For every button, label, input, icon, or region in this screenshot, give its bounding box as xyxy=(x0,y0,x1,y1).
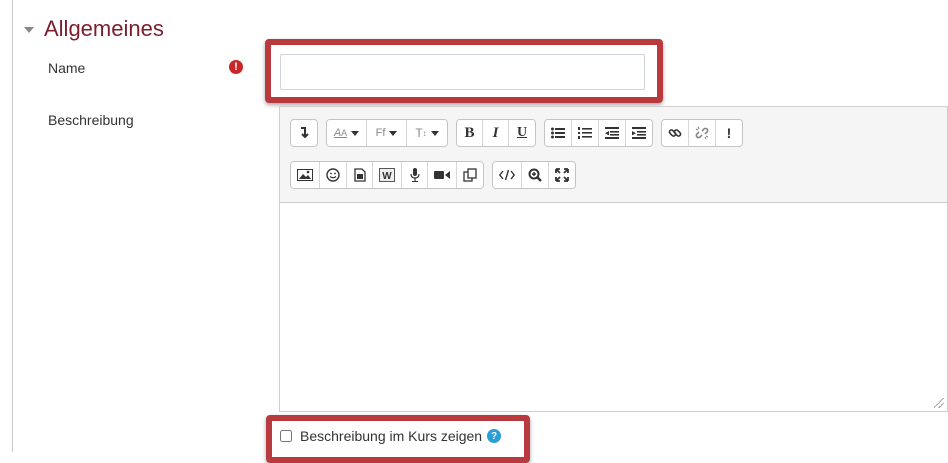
image-icon xyxy=(297,169,313,181)
show-description-row: Beschreibung im Kurs zeigen ? xyxy=(280,428,502,444)
name-input[interactable] xyxy=(280,54,645,90)
unlink-button[interactable] xyxy=(689,120,716,146)
description-label: Beschreibung xyxy=(48,112,134,128)
video-camera-icon xyxy=(434,171,450,179)
font-size-button[interactable]: T ↕ xyxy=(407,120,447,146)
screenreader-helper-button[interactable] xyxy=(522,162,549,188)
emoticon-button[interactable] xyxy=(320,162,347,188)
ordered-list-icon xyxy=(578,127,592,139)
files-icon xyxy=(463,168,477,182)
font-family-button[interactable]: Ff xyxy=(367,120,407,146)
toolbar-group-media: W xyxy=(290,161,484,189)
editor-content-area[interactable] xyxy=(280,202,947,411)
indent-icon xyxy=(632,127,646,139)
question-circle-icon[interactable]: ? xyxy=(487,429,502,443)
link-icon xyxy=(668,129,682,137)
underline-button[interactable]: U xyxy=(509,120,535,146)
toolbar-group-toggle xyxy=(290,119,318,147)
section-title: Allgemeines xyxy=(44,16,164,41)
indent-button[interactable] xyxy=(626,120,652,146)
unordered-list-icon xyxy=(551,127,565,139)
toolbar-toggle-button[interactable] xyxy=(291,120,317,146)
svg-text:W: W xyxy=(382,171,392,182)
outdent-button[interactable] xyxy=(599,120,626,146)
resize-handle[interactable] xyxy=(934,398,944,408)
toolbar-group-links: ! xyxy=(661,119,743,147)
description-editor: AA Ff T ↕ B I U ! W xyxy=(279,106,948,412)
microphone-icon xyxy=(409,168,420,182)
font-color-button[interactable]: AA xyxy=(327,120,367,146)
media-button[interactable] xyxy=(347,162,373,188)
unlink-icon xyxy=(695,126,709,140)
toolbar-group-style: B I U xyxy=(456,119,536,147)
record-video-button[interactable] xyxy=(428,162,457,188)
media-icon xyxy=(353,168,366,182)
ordered-list-button[interactable] xyxy=(572,120,599,146)
unordered-list-button[interactable] xyxy=(545,120,572,146)
code-icon xyxy=(499,169,515,181)
record-audio-button[interactable] xyxy=(402,162,428,188)
html-button[interactable] xyxy=(493,162,522,188)
toolbar-group-view xyxy=(492,161,576,189)
section-header[interactable]: Allgemeines xyxy=(24,14,164,44)
manage-files-button[interactable] xyxy=(457,162,483,188)
toolbar-group-font: AA Ff T ↕ xyxy=(326,119,448,147)
fullscreen-button[interactable] xyxy=(549,162,575,188)
emoticon-icon xyxy=(326,168,340,182)
word-icon: W xyxy=(379,168,395,182)
zoom-in-icon xyxy=(528,168,542,182)
show-description-checkbox[interactable] xyxy=(280,430,292,442)
caret-down-icon[interactable] xyxy=(24,27,34,33)
word-import-button[interactable]: W xyxy=(373,162,402,188)
bold-button[interactable]: B xyxy=(457,120,483,146)
fullscreen-icon xyxy=(555,168,569,182)
name-label: Name xyxy=(48,60,86,76)
show-description-label[interactable]: Beschreibung im Kurs zeigen xyxy=(300,428,482,444)
italic-button[interactable]: I xyxy=(483,120,509,146)
link-button[interactable] xyxy=(662,120,689,146)
image-button[interactable] xyxy=(291,162,320,188)
exclamation-circle-icon: ! xyxy=(229,60,243,74)
accessibility-checker-button[interactable]: ! xyxy=(716,120,742,146)
toolbar-group-lists xyxy=(544,119,653,147)
outdent-icon xyxy=(605,127,619,139)
